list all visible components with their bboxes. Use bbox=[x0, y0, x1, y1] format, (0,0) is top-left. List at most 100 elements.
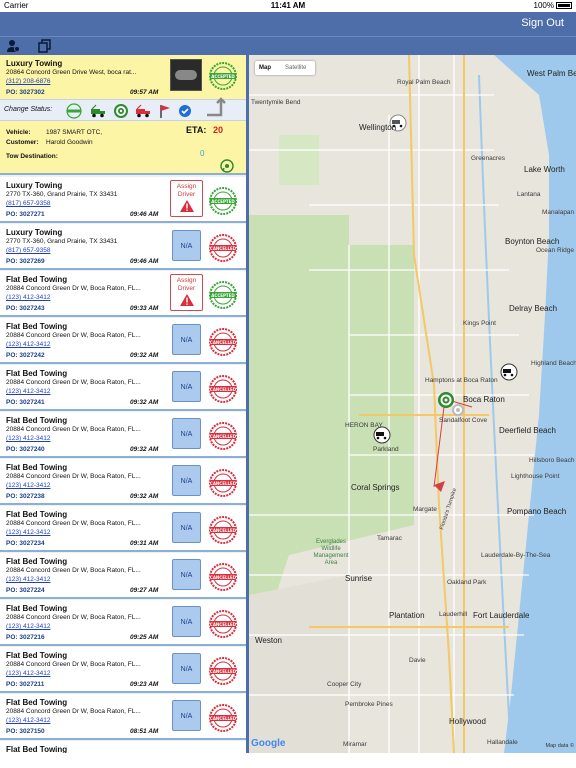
job-row[interactable]: Flat Bed Towing bbox=[0, 741, 246, 753]
sign-out-button[interactable]: Sign Out bbox=[521, 17, 564, 29]
accepted-stamp-icon: ACCEPTED bbox=[209, 281, 237, 309]
job-address: 20864 Concord Green Drive West, boca rat… bbox=[6, 69, 137, 76]
cancelled-stamp-icon: CANCELLED bbox=[209, 234, 237, 262]
cancelled-stamp-icon: CANCELLED bbox=[209, 563, 237, 591]
check-circle-icon[interactable] bbox=[177, 103, 193, 119]
map-label: Tamarac bbox=[377, 535, 402, 542]
selected-job-card[interactable]: Luxury Towing 20864 Concord Green Drive … bbox=[0, 55, 246, 175]
driver-icon[interactable] bbox=[6, 39, 20, 53]
stamp-text: CANCELLED bbox=[210, 481, 237, 486]
job-address: 20884 Concord Green Dr W, Boca Raton, FL… bbox=[6, 614, 141, 621]
change-status-bar: Change Status: bbox=[0, 96, 246, 121]
job-phone-link[interactable]: (123) 412-3412 bbox=[6, 388, 50, 395]
job-phone-link[interactable]: (312) 208-6876 bbox=[6, 78, 50, 85]
job-po: PO: 3027243 bbox=[6, 305, 45, 312]
map-canvas[interactable] bbox=[249, 55, 576, 753]
job-phone-link[interactable]: (123) 412-3412 bbox=[6, 623, 50, 630]
job-phone-link[interactable]: (817) 657-9358 bbox=[6, 200, 50, 207]
assign-label-1: Assign bbox=[176, 183, 197, 190]
status-stamp: CANCELLED bbox=[208, 703, 238, 738]
job-phone-link[interactable]: (817) 657-9358 bbox=[6, 247, 50, 254]
map-label: Hallandale bbox=[487, 739, 518, 746]
map-label: Highland Beach bbox=[531, 360, 576, 367]
job-phone-link[interactable]: (123) 412-3412 bbox=[6, 529, 50, 536]
job-phone-link[interactable]: (123) 412-3412 bbox=[6, 435, 50, 442]
stamp-text: CANCELLED bbox=[210, 340, 237, 345]
na-button[interactable]: N/A bbox=[172, 512, 201, 543]
target-icon[interactable] bbox=[113, 103, 129, 119]
job-po: PO: 3027269 bbox=[6, 258, 45, 265]
job-time: 09:27 AM bbox=[130, 587, 159, 594]
job-row[interactable]: Flat Bed Towing 20884 Concord Green Dr W,… bbox=[0, 694, 246, 740]
accepted-stamp-icon: ACCEPTED bbox=[209, 187, 237, 215]
job-row[interactable]: Flat Bed Towing 20884 Concord Green Dr W,… bbox=[0, 271, 246, 317]
na-button[interactable]: N/A bbox=[172, 559, 201, 590]
cancelled-stamp-icon: CANCELLED bbox=[209, 375, 237, 403]
map-view[interactable]: Map Satellite Royal Palm Beach West Palm … bbox=[249, 55, 576, 753]
customer-value: Harold Goodwin bbox=[46, 139, 93, 146]
map-label: Davie bbox=[409, 657, 426, 664]
status-stamp: CANCELLED bbox=[208, 233, 238, 268]
job-row[interactable]: Flat Bed Towing 20884 Concord Green Dr W,… bbox=[0, 318, 246, 364]
na-button[interactable]: N/A bbox=[172, 465, 201, 496]
map-label: Parkland bbox=[373, 446, 399, 453]
na-button[interactable]: N/A bbox=[172, 700, 201, 731]
map-copyright[interactable]: Map data © bbox=[545, 743, 574, 749]
tow-truck-green-icon[interactable] bbox=[90, 103, 106, 119]
return-arrow-icon[interactable] bbox=[204, 96, 226, 118]
job-row[interactable]: Flat Bed Towing 20884 Concord Green Dr W,… bbox=[0, 647, 246, 693]
map-label: West Palm Beach bbox=[527, 69, 576, 78]
assign-driver-button[interactable]: Assign Driver bbox=[170, 274, 203, 311]
job-row[interactable]: Flat Bed Towing 20884 Concord Green Dr W,… bbox=[0, 600, 246, 646]
job-row[interactable]: Luxury Towing 2770 TX-360, Grand Prairie,… bbox=[0, 224, 246, 270]
map-label: Cooper City bbox=[327, 681, 362, 688]
map-label: Hamptons at Boca Raton bbox=[425, 377, 498, 384]
job-address: 20884 Concord Green Dr W, Boca Raton, FL… bbox=[6, 567, 141, 574]
cancelled-stamp-icon: CANCELLED bbox=[209, 516, 237, 544]
na-button[interactable]: N/A bbox=[172, 418, 201, 449]
map-label: Lauderdale-By-The-Sea bbox=[481, 552, 551, 559]
status-stamp: CANCELLED bbox=[208, 515, 238, 550]
job-row[interactable]: Flat Bed Towing 20884 Concord Green Dr W,… bbox=[0, 412, 246, 458]
vehicle-photo[interactable] bbox=[170, 59, 202, 91]
tab-satellite[interactable]: Satellite bbox=[285, 65, 306, 71]
tab-map[interactable]: Map bbox=[259, 65, 271, 71]
job-row[interactable]: Flat Bed Towing 20884 Concord Green Dr W,… bbox=[0, 459, 246, 505]
job-phone-link[interactable]: (123) 412-3412 bbox=[6, 294, 50, 301]
status-stamp: CANCELLED bbox=[208, 468, 238, 503]
na-button[interactable]: N/A bbox=[172, 606, 201, 637]
customer-label: Customer: bbox=[6, 139, 39, 146]
job-time: 08:51 AM bbox=[130, 728, 159, 735]
job-phone-link[interactable]: (123) 412-3412 bbox=[6, 670, 50, 677]
status-stamp: CANCELLED bbox=[208, 327, 238, 362]
job-row[interactable]: Luxury Towing 2770 TX-360, Grand Prairie,… bbox=[0, 177, 246, 223]
map-label: Hillsboro Beach bbox=[529, 457, 575, 464]
copy-icon[interactable] bbox=[38, 39, 52, 53]
job-po: PO: 3027271 bbox=[6, 211, 45, 218]
job-phone-link[interactable]: (123) 412-3412 bbox=[6, 482, 50, 489]
job-phone-link[interactable]: (123) 412-3412 bbox=[6, 576, 50, 583]
job-phone-link[interactable]: (123) 412-3412 bbox=[6, 717, 50, 724]
job-row[interactable]: Flat Bed Towing 20884 Concord Green Dr W,… bbox=[0, 553, 246, 599]
job-row[interactable]: Flat Bed Towing 20884 Concord Green Dr W,… bbox=[0, 365, 246, 411]
accept-status-icon[interactable] bbox=[66, 103, 82, 119]
job-list[interactable]: Luxury Towing 20864 Concord Green Drive … bbox=[0, 55, 249, 753]
status-stamp: CANCELLED bbox=[208, 374, 238, 409]
map-label: Wellington bbox=[359, 123, 397, 132]
assign-driver-button[interactable]: Assign Driver bbox=[170, 180, 203, 217]
map-label: Manalapan bbox=[542, 209, 575, 216]
job-address: 20884 Concord Green Dr W, Boca Raton, FL… bbox=[6, 285, 141, 292]
na-button[interactable]: N/A bbox=[172, 230, 201, 261]
google-logo: Google bbox=[251, 738, 286, 749]
job-title: Flat Bed Towing bbox=[6, 463, 68, 472]
flag-icon[interactable] bbox=[157, 103, 173, 119]
na-button[interactable]: N/A bbox=[172, 324, 201, 355]
job-row[interactable]: Flat Bed Towing 20884 Concord Green Dr W,… bbox=[0, 506, 246, 552]
tow-truck-red-icon[interactable] bbox=[135, 103, 151, 119]
vehicle-label: Vehicle: bbox=[6, 129, 31, 136]
job-title: Flat Bed Towing bbox=[6, 275, 68, 284]
job-phone-link[interactable]: (123) 412-3412 bbox=[6, 341, 50, 348]
na-button[interactable]: N/A bbox=[172, 653, 201, 684]
chat-icon[interactable] bbox=[220, 159, 234, 173]
na-button[interactable]: N/A bbox=[172, 371, 201, 402]
